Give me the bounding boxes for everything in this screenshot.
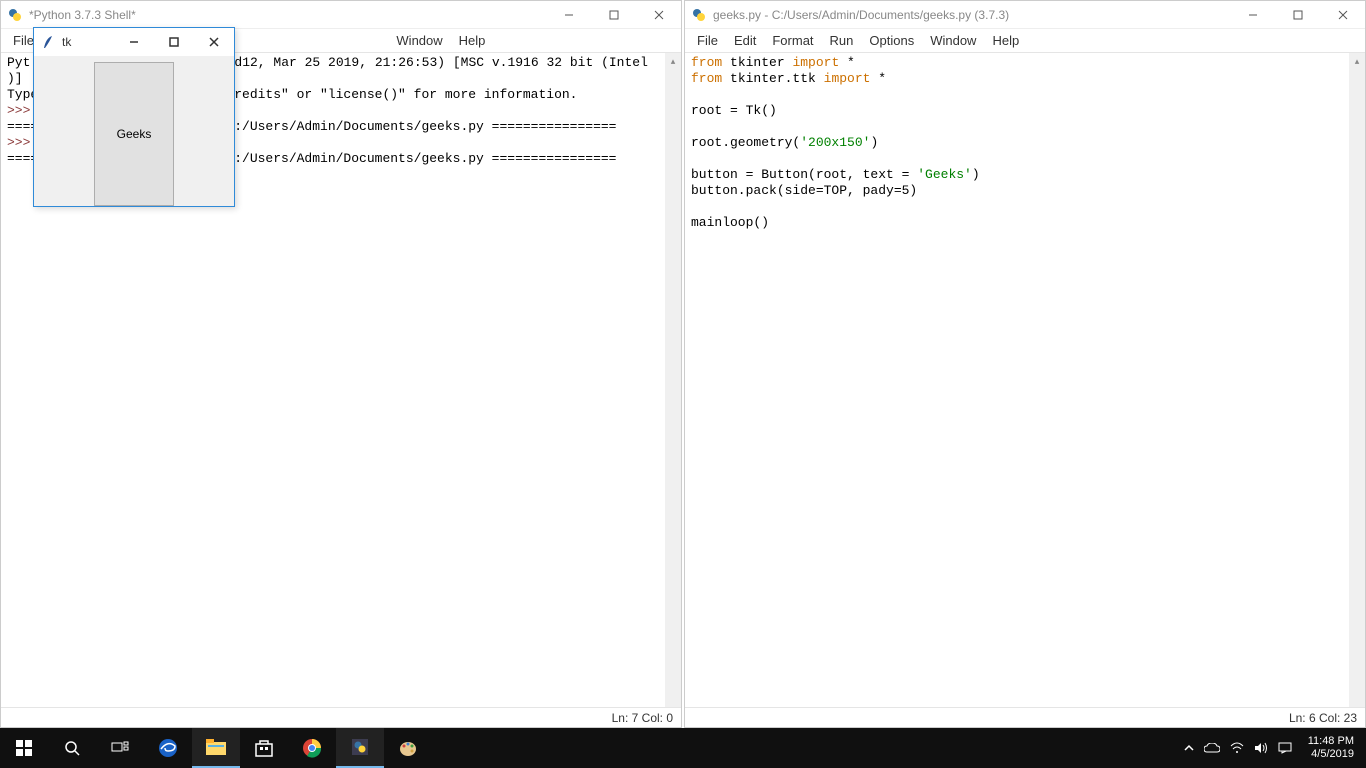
str-geeks: 'Geeks' <box>917 167 972 182</box>
tray-onedrive-icon[interactable] <box>1204 743 1220 753</box>
edge-browser-icon[interactable] <box>144 728 192 768</box>
shell-prompt: >>> <box>7 103 30 118</box>
shell-prompt2: >>> <box>7 135 30 150</box>
menu-file[interactable]: File <box>689 31 726 50</box>
tk-titlebar[interactable]: tk <box>34 28 234 56</box>
shell-restart2b: :/Users/Admin/Documents/geeks.py =======… <box>234 151 616 166</box>
editor-content[interactable]: from tkinter import * from tkinter.ttk i… <box>685 53 1365 707</box>
taskbar-left <box>0 728 432 768</box>
maximize-button[interactable] <box>591 1 636 29</box>
editor-statusbar: Ln: 6 Col: 23 <box>685 707 1365 727</box>
tk-window-controls <box>114 28 234 56</box>
txt-star2: * <box>870 71 886 86</box>
close-button[interactable] <box>636 1 681 29</box>
tk-minimize-button[interactable] <box>114 28 154 56</box>
menu-options[interactable]: Options <box>861 31 922 50</box>
editor-window-controls <box>1230 1 1365 29</box>
shell-statusbar: Ln: 7 Col: 0 <box>1 707 681 727</box>
chrome-browser-icon[interactable] <box>288 728 336 768</box>
start-button[interactable] <box>0 728 48 768</box>
microsoft-store-icon[interactable] <box>240 728 288 768</box>
maximize-button[interactable] <box>1275 1 1320 29</box>
minimize-button[interactable] <box>1230 1 1275 29</box>
txt-btn1: button = Button(root, text = <box>691 167 917 182</box>
shell-titlebar[interactable]: *Python 3.7.3 Shell* <box>1 1 681 29</box>
file-explorer-icon[interactable] <box>192 728 240 768</box>
scroll-up-icon[interactable]: ▴ <box>1349 53 1365 69</box>
txt-star: * <box>839 55 855 70</box>
clock-date: 4/5/2019 <box>1308 748 1354 761</box>
search-button[interactable] <box>48 728 96 768</box>
menu-window[interactable]: Window <box>922 31 984 50</box>
tray-volume-icon[interactable] <box>1254 742 1268 754</box>
close-button[interactable] <box>1320 1 1365 29</box>
txt-geom2: ) <box>870 135 878 150</box>
python-idle-icon <box>691 7 707 23</box>
scroll-up-icon[interactable]: ▴ <box>665 53 681 69</box>
system-tray: 11:48 PM 4/5/2019 <box>1184 735 1366 761</box>
txt-geom1: root.geometry( <box>691 135 800 150</box>
txt-tkinter: tkinter <box>722 55 792 70</box>
shell-scrollbar[interactable]: ▴ <box>665 53 681 707</box>
tk-title: tk <box>62 35 114 49</box>
editor-titlebar[interactable]: geeks.py - C:/Users/Admin/Documents/geek… <box>685 1 1365 29</box>
shell-text-l1a: Pyt <box>7 55 30 70</box>
minimize-button[interactable] <box>546 1 591 29</box>
paint-icon[interactable] <box>384 728 432 768</box>
task-view-button[interactable] <box>96 728 144 768</box>
kw-from: from <box>691 55 722 70</box>
windows-taskbar: 11:48 PM 4/5/2019 <box>0 728 1366 768</box>
txt-mainloop: mainloop() <box>691 215 769 230</box>
tk-maximize-button[interactable] <box>154 28 194 56</box>
tray-chevron-up-icon[interactable] <box>1184 743 1194 753</box>
editor-scrollbar[interactable]: ▴ <box>1349 53 1365 707</box>
tk-close-button[interactable] <box>194 28 234 56</box>
menu-window[interactable]: Window <box>388 31 450 50</box>
clock-time: 11:48 PM <box>1308 735 1354 748</box>
tray-wifi-icon[interactable] <box>1230 742 1244 754</box>
shell-status: Ln: 7 Col: 0 <box>612 711 673 725</box>
shell-text-l1b: d12, Mar 25 2019, 21:26:53) [MSC v.1916 … <box>234 55 647 70</box>
taskbar-clock[interactable]: 11:48 PM 4/5/2019 <box>1302 735 1360 761</box>
shell-restart1b: :/Users/Admin/Documents/geeks.py =======… <box>234 119 616 134</box>
menu-help[interactable]: Help <box>984 31 1027 50</box>
txt-pack: button.pack(side=TOP, pady=5) <box>691 183 917 198</box>
tk-feather-icon <box>42 35 56 49</box>
shell-window-controls <box>546 1 681 29</box>
str-geom: '200x150' <box>800 135 870 150</box>
shell-text-l3b: redits" or "license()" for more informat… <box>234 87 577 102</box>
python-idle-taskbar-icon[interactable] <box>336 728 384 768</box>
menu-format[interactable]: Format <box>764 31 821 50</box>
editor-status: Ln: 6 Col: 23 <box>1289 711 1357 725</box>
kw-import: import <box>792 55 839 70</box>
tray-notifications-icon[interactable] <box>1278 742 1292 754</box>
shell-text-l2a: )] <box>7 71 30 86</box>
txt-ttk: tkinter.ttk <box>722 71 823 86</box>
menu-run[interactable]: Run <box>822 31 862 50</box>
txt-root: root = Tk() <box>691 103 777 118</box>
kw-from2: from <box>691 71 722 86</box>
editor-title: geeks.py - C:/Users/Admin/Documents/geek… <box>713 8 1230 22</box>
menu-edit[interactable]: Edit <box>726 31 764 50</box>
geeks-button[interactable]: Geeks <box>94 62 175 206</box>
python-idle-icon <box>7 7 23 23</box>
kw-import2: import <box>824 71 871 86</box>
txt-btn2: ) <box>972 167 980 182</box>
shell-title: *Python 3.7.3 Shell* <box>29 8 546 22</box>
editor-menubar: File Edit Format Run Options Window Help <box>685 29 1365 53</box>
menu-help[interactable]: Help <box>451 31 494 50</box>
tk-body: Geeks <box>34 56 234 206</box>
tkinter-app-window: tk Geeks <box>33 27 235 207</box>
python-editor-window: geeks.py - C:/Users/Admin/Documents/geek… <box>684 0 1366 728</box>
